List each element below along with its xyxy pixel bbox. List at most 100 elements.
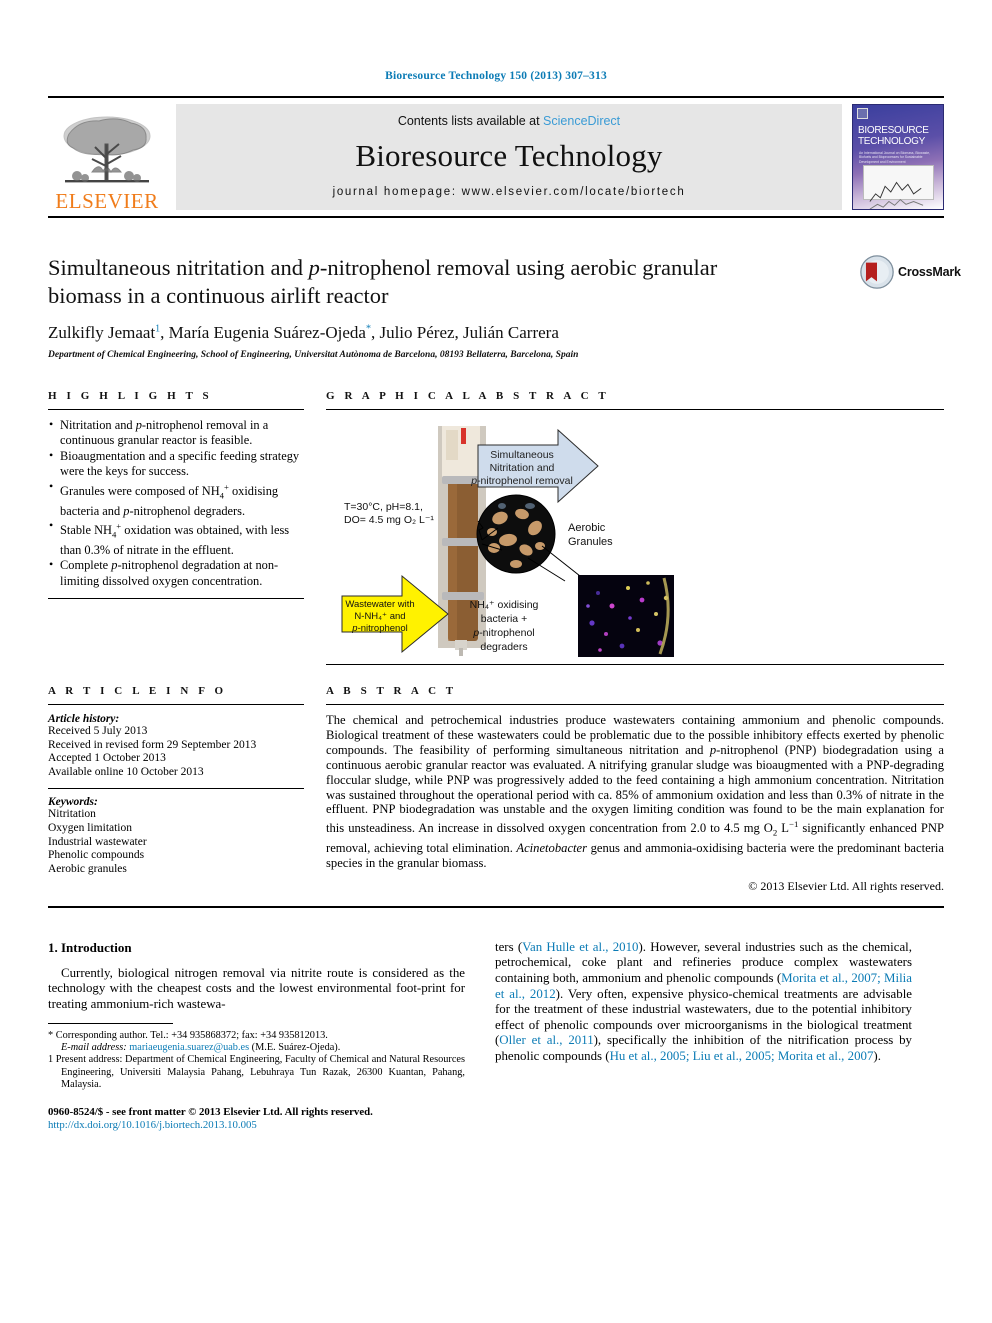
outflow-arrow-line2: Nitritation and [490,462,555,474]
footnote-email-label: E-mail address: [61,1041,127,1053]
inflow-arrow: Wastewater with N-NH₄⁺ and p-nitrophenol [341,574,449,654]
crossmark-label: CrossMark [898,265,961,279]
article-info-rule [48,704,304,705]
author-3-name: Julio Pérez [379,323,455,342]
keywords-label: Keywords: [48,796,98,809]
introduction-paragraph-right: ters (Van Hulle et al., 2010). However, … [495,939,912,1063]
abstract-heading: A B S T R A C T [326,685,457,697]
crossmark-badge[interactable]: CrossMark [860,250,961,294]
body-column-right: ters (Van Hulle et al., 2010). However, … [495,940,912,1132]
keyword-3: Phenolic compounds [48,849,145,862]
body-columns: 1. Introduction Currently, biological ni… [48,940,944,1132]
granules-label-line2: Granules [568,536,613,548]
list-item: Complete p-nitrophenol degradation at no… [48,557,304,589]
abstract-column: A B S T R A C T The chemical and petroch… [326,685,944,894]
title-italic-p: p [308,255,320,280]
inflow-arrow-line2: N-NH₄⁺ and [354,611,405,622]
footnote-separator [48,1022,173,1024]
outflow-arrow: Simultaneous Nitritation and p-nitrophen… [470,428,599,504]
cover-mini-chart [869,181,924,209]
cover-title-line2: TECHNOLOGY [858,135,926,147]
footnote-email-owner: (M.E. Suárez-Ojeda). [251,1041,341,1053]
journal-cover-thumbnail: BIORESOURCE TECHNOLOGY An International … [852,104,944,210]
keyword-1: Oxygen limitation [48,821,133,834]
list-item: Bioaugmentation and a specific feeding s… [48,448,304,480]
journal-title: Bioresource Technology [355,138,663,173]
paper-title: Simultaneous nitritation and p-nitrophen… [48,254,778,310]
journal-homepage-link[interactable]: journal homepage: www.elsevier.com/locat… [333,186,686,198]
author-4-name: Julián Carrera [463,323,559,342]
article-history-3: Available online 10 October 2013 [48,765,204,778]
fish-label-line4: degraders [480,641,527,653]
journal-band: Contents lists available at ScienceDirec… [176,104,842,210]
highlights-heading: H I G H L I G H T S [48,390,213,402]
footnotes-block: * Corresponding author. Tel.: +34 935868… [48,1030,465,1092]
journal-masthead: ELSEVIER Contents lists available at Sci… [48,96,944,218]
elsevier-logo: ELSEVIER [48,98,166,216]
list-item: Stable NH4+ oxidation was obtained, with… [48,518,304,558]
graphical-abstract-column: G R A P H I C A L A B S T R A C T Simult… [326,390,944,665]
elsevier-tree-icon [63,116,151,183]
conditions-line2: DO= 4.5 mg O₂ L⁻¹ [344,514,434,526]
footnote-present-address: 1 Present address: Department of Chemica… [48,1054,465,1091]
keyword-2: Industrial wastewater [48,835,147,848]
graphical-abstract-heading: G R A P H I C A L A B S T R A C T [326,390,610,402]
footnote-email-link[interactable]: mariaeugenia.suarez@uab.es [129,1042,249,1053]
author-2-name: María Eugenia Suárez-Ojeda [168,323,366,342]
highlights-graphical-grid: H I G H L I G H T S Nitritation and p-ni… [48,390,944,665]
article-history-label: Article history: [48,713,120,725]
cover-figure-box [863,165,934,209]
abstract-copyright: © 2013 Elsevier Ltd. All rights reserved… [748,878,944,893]
highlights-bottom-rule [48,598,304,600]
granules-label-line1: Aerobic [568,522,606,534]
outflow-arrow-line1: Simultaneous [490,449,554,461]
author-affiliation: Department of Chemical Engineering, Scho… [48,350,579,360]
article-history-0: Received 5 July 2013 [48,725,148,737]
title-part1: Simultaneous nitritation and [48,255,309,280]
list-item: Granules were composed of NH4+ oxidising… [48,479,304,519]
article-info-heading: A R T I C L E I N F O [48,685,227,697]
graphical-abstract-bottom-rule [326,664,944,665]
footer-issn-block: 0960-8524/$ - see front matter © 2013 El… [48,1106,465,1132]
author-2-mark: * [365,323,371,335]
graphical-abstract-rule [326,409,944,410]
author-1[interactable]: Zulkifly Jemaat1 [48,323,160,342]
graphical-abstract-artwork: Simultaneous Nitritation and p-nitrophen… [341,426,674,657]
outflow-arrow-line3: p-nitrophenol removal [470,475,573,487]
author-2[interactable]: María Eugenia Suárez-Ojeda* [169,323,371,342]
author-4[interactable]: Julián Carrera [463,323,559,342]
article-history-1: Received in revised form 29 September 20… [48,738,257,751]
author-1-name: Zulkifly Jemaat [48,323,156,342]
cover-subtitle: An International Journal on Biomass, Bio… [859,151,931,164]
highlights-list: Nitritation and p-nitrophenol removal in… [48,417,304,589]
highlights-rule [48,409,304,410]
author-list: Zulkifly Jemaat1, María Eugenia Suárez-O… [48,323,559,342]
contents-prefix: Contents lists available at [397,114,544,128]
contents-available-line: Contents lists available at ScienceDirec… [398,114,620,128]
fish-label-line3: p-nitrophenol [472,627,534,639]
cover-publisher-icon [857,108,868,119]
graphical-abstract-figure: Simultaneous Nitritation and p-nitrophen… [326,418,944,664]
articleinfo-abstract-grid: A R T I C L E I N F O Article history: R… [48,685,944,894]
keywords-rule [48,788,304,790]
crossmark-icon [860,255,894,289]
article-info-column: A R T I C L E I N F O Article history: R… [48,685,304,894]
highlights-column: H I G H L I G H T S Nitritation and p-ni… [48,390,304,665]
introduction-paragraph-left: Currently, biological nitrogen removal v… [48,965,465,1011]
inflow-arrow-line1: Wastewater with [345,599,414,610]
article-page: Bioresource Technology 150 (2013) 307–31… [0,0,992,1323]
author-3[interactable]: Julio Pérez [379,323,454,342]
running-head: Bioresource Technology 150 (2013) 307–31… [385,70,607,82]
footer-issn-line: 0960-8524/$ - see front matter © 2013 El… [48,1105,373,1118]
sciencedirect-link[interactable]: ScienceDirect [543,114,620,128]
fish-micrograph [578,575,674,657]
footer-doi-link[interactable]: http://dx.doi.org/10.1016/j.biortech.201… [48,1119,465,1132]
abstract-rule [326,704,944,705]
fish-label-line2: bacteria + [481,613,527,625]
abstract-text: The chemical and petrochemical industrie… [326,713,945,870]
fish-label-line1: NH₄⁺ oxidising [470,599,539,611]
section-separator-rule [48,905,944,908]
elsevier-wordmark: ELSEVIER [55,189,159,213]
footnote-corresponding: * Corresponding author. Tel.: +34 935868… [48,1029,328,1041]
cover-title: BIORESOURCE TECHNOLOGY [858,125,939,147]
